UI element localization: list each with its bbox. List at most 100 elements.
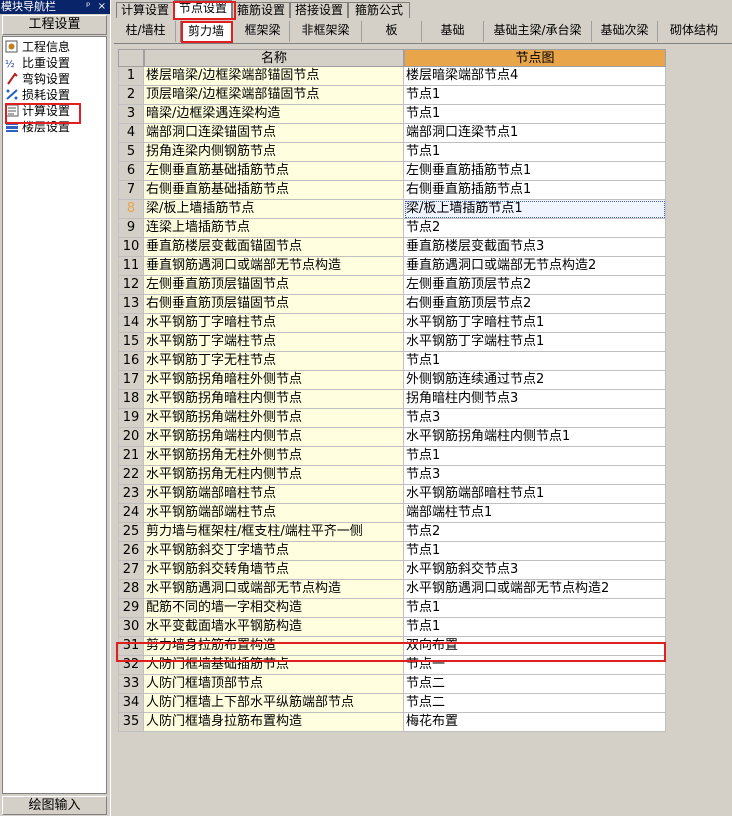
table-row[interactable]: 16 水平钢筋丁字无柱节点 节点1 [118,352,666,371]
pane-splitter[interactable] [110,0,114,816]
table-row[interactable]: 27 水平钢筋斜交转角墙节点 水平钢筋斜交节点3 [118,561,666,580]
row-node-value[interactable]: 水平钢筋丁字端柱节点1 [404,333,666,352]
subtab-slab[interactable]: 板 [362,21,422,42]
row-node-value[interactable]: 水平钢筋丁字暗柱节点1 [404,314,666,333]
tab-node-settings[interactable]: 节点设置 [174,0,232,19]
table-row[interactable]: 32 人防门框墙基础插筋节点 节点一 [118,656,666,675]
row-node-value[interactable]: 外侧钢筋连续通过节点2 [404,371,666,390]
row-node-value[interactable]: 水平钢筋端部暗柱节点1 [404,485,666,504]
tab-stirrup-settings[interactable]: 箍筋设置 [232,2,290,18]
table-row[interactable]: 33 人防门框墙顶部节点 节点二 [118,675,666,694]
row-node-value[interactable]: 节点一 [404,656,666,675]
table-row[interactable]: 1 楼层暗梁/边框梁端部锚固节点 楼层暗梁端部节点4 [118,67,666,86]
row-node-value[interactable]: 节点二 [404,694,666,713]
table-row[interactable]: 7 右侧垂直筋基础插筋节点 右侧垂直筋插筋节点1 [118,181,666,200]
table-row[interactable]: 3 暗梁/边框梁遇连梁构造 节点1 [118,105,666,124]
table-row[interactable]: 30 水平变截面墙水平钢筋构造 节点1 [118,618,666,637]
row-node-value[interactable]: 水平钢筋斜交节点3 [404,561,666,580]
table-row[interactable]: 29 配筋不同的墙一字相交构造 节点1 [118,599,666,618]
table-row[interactable]: 23 水平钢筋端部暗柱节点 水平钢筋端部暗柱节点1 [118,485,666,504]
table-row[interactable]: 2 顶层暗梁/边框梁端部锚固节点 节点1 [118,86,666,105]
row-node-value[interactable]: 节点1 [404,542,666,561]
table-row[interactable]: 20 水平钢筋拐角端柱内侧节点 水平钢筋拐角端柱内侧节点1 [118,428,666,447]
table-row[interactable]: 34 人防门框墙上下部水平纵筋端部节点 节点二 [118,694,666,713]
nav-title-bar: 模块导航栏 ᵖ × [0,0,110,14]
table-row[interactable]: 26 水平钢筋斜交丁字墙节点 节点1 [118,542,666,561]
subtab-masonry[interactable]: 砌体结构 [658,21,730,42]
subtab-frame-beam[interactable]: 框架梁 [236,21,290,42]
row-node-value[interactable]: 拐角暗柱内侧节点3 [404,390,666,409]
table-row[interactable]: 6 左侧垂直筋基础插筋节点 左侧垂直筋插筋节点1 [118,162,666,181]
table-row[interactable]: 25 剪力墙与框架柱/框支柱/端柱平齐一侧 节点2 [118,523,666,542]
row-node-value[interactable]: 左侧垂直筋插筋节点1 [404,162,666,181]
subtab-foundation-main-beam[interactable]: 基础主梁/承台梁 [484,21,592,42]
table-row[interactable]: 15 水平钢筋丁字端柱节点 水平钢筋丁字端柱节点1 [118,333,666,352]
row-node-value[interactable]: 水平钢筋拐角端柱内侧节点1 [404,428,666,447]
row-index: 35 [118,713,144,732]
table-row[interactable]: 17 水平钢筋拐角暗柱外侧节点 外侧钢筋连续通过节点2 [118,371,666,390]
row-node-value[interactable]: 垂直筋遇洞口或端部无节点构造2 [404,257,666,276]
pin-close-icons[interactable]: ᵖ × [86,0,108,14]
table-row[interactable]: 12 左侧垂直筋顶层锚固节点 左侧垂直筋顶层节点2 [118,276,666,295]
row-node-value[interactable]: 右侧垂直筋插筋节点1 [404,181,666,200]
nav-item-hook-settings[interactable]: 弯钩设置 [5,71,70,87]
nav-item-floor-settings[interactable]: 楼层设置 [5,119,70,135]
row-node-value[interactable]: 节点3 [404,409,666,428]
table-row[interactable]: 5 拐角连梁内侧钢筋节点 节点1 [118,143,666,162]
row-node-value[interactable]: 节点1 [404,86,666,105]
row-node-value[interactable]: 双向布置 [404,637,666,656]
row-index: 8 [118,200,144,219]
row-node-value[interactable]: 节点3 [404,466,666,485]
nav-item-calc-settings[interactable]: 计算设置 [5,103,70,119]
nav-drawing-input[interactable]: 绘图输入 [2,796,107,815]
subtab-foundation-secondary-beam[interactable]: 基础次梁 [592,21,658,42]
table-row[interactable]: 24 水平钢筋端部端柱节点 端部端柱节点1 [118,504,666,523]
tab-stirrup-formula[interactable]: 箍筋公式 [348,2,410,18]
row-node-value[interactable]: 节点2 [404,219,666,238]
row-node-value[interactable]: 右侧垂直筋顶层节点2 [404,295,666,314]
row-node-value[interactable]: 节点1 [404,447,666,466]
row-node-value[interactable]: 节点1 [404,618,666,637]
table-row[interactable]: 28 水平钢筋遇洞口或端部无节点构造 水平钢筋遇洞口或端部无节点构造2 [118,580,666,599]
row-node-value[interactable]: 左侧垂直筋顶层节点2 [404,276,666,295]
row-node-value[interactable]: 节点1 [404,599,666,618]
row-node-value[interactable]: 节点2 [404,523,666,542]
table-row[interactable]: 11 垂直钢筋遇洞口或端部无节点构造 垂直筋遇洞口或端部无节点构造2 [118,257,666,276]
subtab-nonframe-beam[interactable]: 非框架梁 [290,21,362,42]
table-row[interactable]: 18 水平钢筋拐角暗柱内侧节点 拐角暗柱内侧节点3 [118,390,666,409]
row-node-value[interactable]: 楼层暗梁端部节点4 [404,67,666,86]
subtab-foundation[interactable]: 基础 [422,21,484,42]
row-node-value[interactable]: 节点1 [404,352,666,371]
tab-lap-settings[interactable]: 搭接设置 [290,2,348,18]
subtab-column[interactable]: 柱/墙柱 [116,21,176,42]
tab-calc-settings[interactable]: 计算设置 [116,2,174,18]
table-row[interactable]: 22 水平钢筋拐角无柱内侧节点 节点3 [118,466,666,485]
row-node-value[interactable]: 端部洞口连梁节点1 [404,124,666,143]
table-row[interactable]: 8 梁/板上墙插筋节点 梁/板上墙插筋节点1 [118,200,666,219]
table-row[interactable]: 10 垂直筋楼层变截面锚固节点 垂直筋楼层变截面节点3 [118,238,666,257]
row-node-value[interactable]: 节点1 [404,143,666,162]
row-node-value[interactable]: 梅花布置 [404,713,666,732]
row-node-value[interactable]: 垂直筋楼层变截面节点3 [404,238,666,257]
row-node-value[interactable]: 梁/板上墙插筋节点1 [404,200,666,219]
table-row[interactable]: 4 端部洞口连梁锚固节点 端部洞口连梁节点1 [118,124,666,143]
table-row[interactable]: 31 剪力墙身拉筋布置构造 双向布置 [118,637,666,656]
table-row[interactable]: 35 人防门框墙身拉筋布置构造 梅花布置 [118,713,666,732]
header-name[interactable]: 名称 [144,49,404,67]
row-name: 右侧垂直筋基础插筋节点 [144,181,404,200]
table-row[interactable]: 9 连梁上墙插筋节点 节点2 [118,219,666,238]
row-node-value[interactable]: 节点二 [404,675,666,694]
row-node-value[interactable]: 水平钢筋遇洞口或端部无节点构造2 [404,580,666,599]
nav-item-ratio-settings[interactable]: ½ 比重设置 [5,55,70,71]
row-node-value[interactable]: 节点1 [404,105,666,124]
row-node-value[interactable]: 端部端柱节点1 [404,504,666,523]
table-row[interactable]: 14 水平钢筋丁字暗柱节点 水平钢筋丁字暗柱节点1 [118,314,666,333]
nav-item-loss-settings[interactable]: 损耗设置 [5,87,70,103]
nav-item-project-info[interactable]: 工程信息 [5,39,70,55]
header-node-diagram[interactable]: 节点图 [404,49,666,67]
table-row[interactable]: 19 水平钢筋拐角端柱外侧节点 节点3 [118,409,666,428]
subtab-shear-wall[interactable]: 剪力墙 [180,21,232,42]
table-row[interactable]: 13 右侧垂直筋顶层锚固节点 右侧垂直筋顶层节点2 [118,295,666,314]
table-row[interactable]: 21 水平钢筋拐角无柱外侧节点 节点1 [118,447,666,466]
nav-group-project-settings[interactable]: 工程设置 [2,15,107,35]
